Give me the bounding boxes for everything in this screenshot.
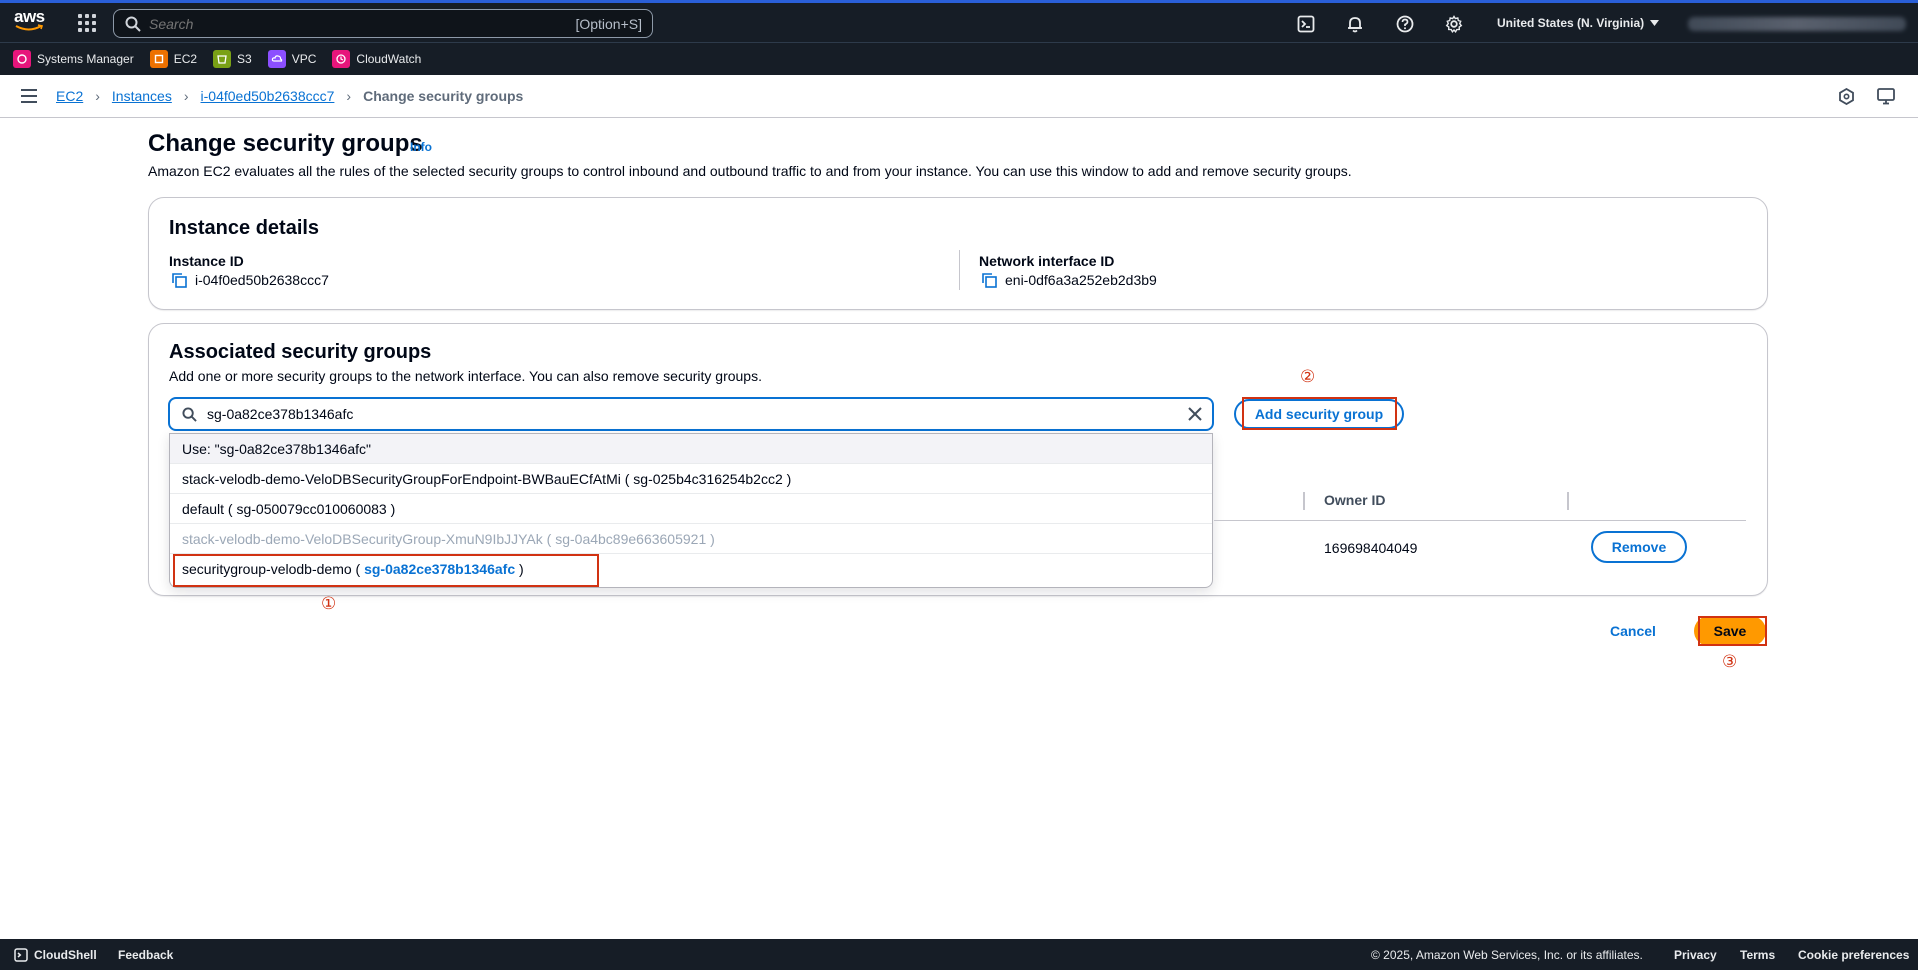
breadcrumb-ec2[interactable]: EC2 xyxy=(56,88,83,104)
dropdown-option-disabled: stack-velodb-demo-VeloDBSecurityGroup-Xm… xyxy=(170,524,1212,554)
annotation-marker-3: ③ xyxy=(1722,652,1738,671)
vpc-icon xyxy=(267,50,286,68)
global-search[interactable]: [Option+S] xyxy=(113,9,653,38)
owner-id-header: Owner ID xyxy=(1324,492,1386,508)
favorite-vpc[interactable]: VPC xyxy=(267,50,317,68)
copyright: © 2025, Amazon Web Services, Inc. or its… xyxy=(1371,947,1643,962)
security-group-search-field[interactable]: sg-0a82ce378b1346afc xyxy=(168,397,1214,431)
account-menu-blurred[interactable] xyxy=(1688,17,1906,31)
search-shortcut: [Option+S] xyxy=(575,15,642,32)
gear-icon[interactable] xyxy=(1445,15,1463,33)
search-icon xyxy=(125,16,141,32)
favorite-label: Systems Manager xyxy=(37,52,134,66)
copy-icon[interactable] xyxy=(171,272,187,288)
column-separator[interactable] xyxy=(1303,492,1305,510)
info-link[interactable]: Info xyxy=(410,140,432,154)
favorite-ec2[interactable]: EC2 xyxy=(149,50,198,68)
chevron-right-icon: › xyxy=(95,88,100,104)
s3-icon xyxy=(213,50,232,68)
cloudwatch-icon xyxy=(332,50,351,68)
bell-icon[interactable] xyxy=(1346,15,1364,33)
favorite-cloudwatch[interactable]: CloudWatch xyxy=(332,50,421,68)
breadcrumb: EC2 › Instances › i-04f0ed50b2638ccc7 › … xyxy=(56,88,523,104)
favorites-bar: Systems Manager EC2 S3 VPC CloudWatch xyxy=(0,42,1918,75)
cloudshell-link[interactable]: CloudShell xyxy=(14,948,97,962)
eni-label: Network interface ID xyxy=(979,253,1115,269)
page-title: Change security groups xyxy=(148,130,423,157)
hexagon-settings-icon[interactable] xyxy=(1838,88,1855,105)
dropdown-option-use-value[interactable]: Use: "sg-0a82ce378b1346afc" xyxy=(170,434,1212,464)
cloudshell-icon[interactable] xyxy=(1297,15,1315,33)
table-header-border xyxy=(1214,520,1746,521)
search-input[interactable] xyxy=(149,15,549,32)
privacy-link[interactable]: Privacy xyxy=(1674,948,1717,962)
favorite-label: VPC xyxy=(291,52,317,66)
cloudshell-icon xyxy=(14,947,28,962)
region-selector[interactable]: United States (N. Virginia) xyxy=(1497,16,1660,30)
dropdown-option[interactable]: stack-velodb-demo-VeloDBSecurityGroupFor… xyxy=(170,464,1212,494)
column-separator[interactable] xyxy=(1567,492,1569,510)
cancel-button[interactable]: Cancel xyxy=(1610,623,1656,639)
remove-button[interactable]: Remove xyxy=(1591,531,1687,563)
eni-value: eni-0df6a3a252eb2d3b9 xyxy=(981,272,1157,288)
cloudshell-label: CloudShell xyxy=(34,947,97,962)
aws-logo[interactable]: aws xyxy=(14,7,48,35)
services-grid-icon[interactable] xyxy=(78,14,96,32)
annotation-marker-2: ② xyxy=(1300,367,1316,386)
help-icon[interactable] xyxy=(1396,15,1414,33)
terms-link[interactable]: Terms xyxy=(1740,948,1775,962)
copy-icon[interactable] xyxy=(981,272,997,288)
instance-id-label: Instance ID xyxy=(169,253,244,269)
security-group-search-value: sg-0a82ce378b1346afc xyxy=(207,406,354,422)
annotation-box-add xyxy=(1242,397,1397,430)
instance-id-value: i-04f0ed50b2638ccc7 xyxy=(171,272,329,288)
eni-text: eni-0df6a3a252eb2d3b9 xyxy=(1005,272,1157,288)
top-navigation: aws [Option+S] United States (N. Virgini… xyxy=(0,0,1918,42)
details-divider xyxy=(959,250,960,290)
favorite-systems-manager[interactable]: Systems Manager xyxy=(13,50,134,68)
page-description: Amazon EC2 evaluates all the rules of th… xyxy=(148,163,1352,179)
cookie-preferences-link[interactable]: Cookie preferences xyxy=(1798,948,1909,962)
chevron-right-icon: › xyxy=(346,88,352,104)
breadcrumb-instance-id[interactable]: i-04f0ed50b2638ccc7 xyxy=(201,88,335,104)
instance-id-text: i-04f0ed50b2638ccc7 xyxy=(195,272,329,288)
ec2-icon xyxy=(149,50,168,68)
breadcrumb-bar: EC2 › Instances › i-04f0ed50b2638ccc7 › … xyxy=(0,75,1918,118)
clear-icon[interactable] xyxy=(1188,407,1202,421)
caret-down-icon xyxy=(1650,20,1660,26)
region-label: United States (N. Virginia) xyxy=(1497,16,1645,30)
chevron-right-icon: › xyxy=(183,88,189,104)
favorite-s3[interactable]: S3 xyxy=(213,50,252,68)
owner-id-value: 169698404049 xyxy=(1324,540,1418,556)
favorite-label: CloudWatch xyxy=(356,52,422,66)
search-icon xyxy=(182,406,197,422)
footer: CloudShell Feedback © 2025, Amazon Web S… xyxy=(0,939,1918,970)
associated-heading: Associated security groups xyxy=(169,341,432,363)
associated-description: Add one or more security groups to the n… xyxy=(169,368,762,384)
annotation-box-save xyxy=(1698,616,1767,646)
favorite-label: EC2 xyxy=(173,52,198,66)
instance-details-heading: Instance details xyxy=(169,217,320,239)
favorite-label: S3 xyxy=(237,52,252,66)
annotation-box-option xyxy=(173,554,599,587)
dropdown-option[interactable]: default ( sg-050079cc010060083 ) xyxy=(170,494,1212,524)
menu-icon[interactable] xyxy=(21,89,37,103)
instance-details-panel: Instance details Instance ID i-04f0ed50b… xyxy=(148,197,1768,310)
breadcrumb-current: Change security groups xyxy=(363,88,524,104)
feedback-link[interactable]: Feedback xyxy=(118,948,173,962)
aws-logo-text: aws xyxy=(14,7,45,26)
breadcrumb-instances[interactable]: Instances xyxy=(112,88,172,104)
systems-manager-icon xyxy=(13,50,31,68)
help-panel-icon[interactable] xyxy=(1877,88,1895,105)
annotation-marker-1: ① xyxy=(321,594,337,613)
